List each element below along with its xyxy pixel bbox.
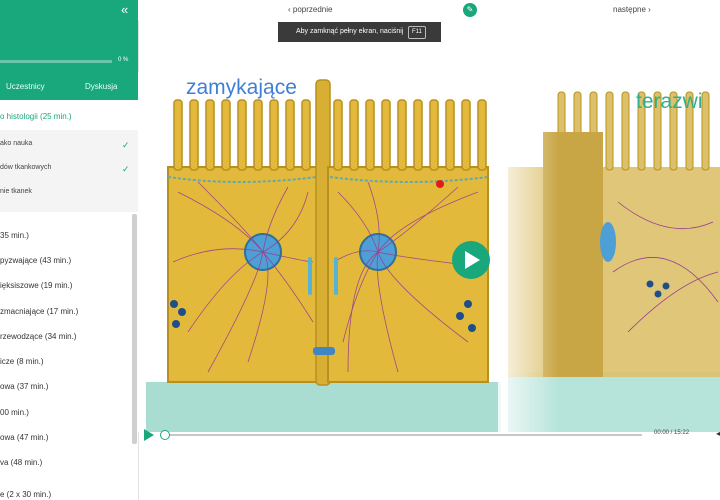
chapter-lessons: ako nauka ✓ dów tkankowych ✓ nie tkanek (0, 130, 138, 212)
lesson-label: nie tkanek (0, 188, 32, 195)
tab-discussion[interactable]: Dyskusja (85, 82, 117, 91)
chapter-item[interactable]: pyzwające (43 min.) (0, 256, 138, 274)
lesson-item[interactable]: dów tkankowych ✓ (0, 164, 138, 182)
lesson-item[interactable]: ako nauka ✓ (0, 140, 138, 158)
progress-bar (0, 60, 112, 63)
video-label-right: terazwi (636, 90, 703, 113)
sidebar-tabs: Uczestnicy Dyskusja (0, 78, 138, 98)
seek-handle[interactable] (160, 430, 170, 440)
chapter-item[interactable]: owa (37 min.) (0, 382, 138, 400)
progress-percent: 0 % (118, 57, 129, 63)
chapter-item[interactable]: rzewodzące (34 min.) (0, 332, 138, 350)
chapter-item[interactable]: ięksiszowe (19 min.) (0, 281, 138, 299)
fullscreen-text: Aby zamknąć pełny ekran, naciśnij (296, 28, 404, 35)
cell-illustration: zamykające terazwi (146, 72, 720, 432)
fullscreen-notice: Aby zamknąć pełny ekran, naciśnij F11 (278, 22, 441, 42)
time-readout: 00:00 / 15:22 (654, 430, 690, 436)
edit-icon[interactable]: ✎ (463, 3, 477, 17)
lesson-navigation: ‹ poprzednie ✎ następne › (138, 0, 720, 20)
chapter-title[interactable]: o histologii (25 min.) (0, 112, 138, 128)
chapter-item[interactable]: 35 min.) (0, 231, 138, 249)
chapter-item[interactable]: owa (47 min.) (0, 433, 138, 451)
video-player[interactable]: zamykające terazwi (138, 72, 720, 432)
next-link[interactable]: następne › (613, 5, 651, 14)
chapter-item[interactable]: zmacniające (17 min.) (0, 307, 138, 325)
checkmark-icon: ✓ (122, 140, 130, 150)
play-icon[interactable] (144, 429, 154, 441)
volume-icon[interactable]: ◂ (716, 429, 720, 438)
collapse-sidebar-icon[interactable]: « (121, 3, 135, 17)
video-controls: 00:00 / 15:22 ◂ (138, 425, 720, 443)
lesson-item[interactable]: nie tkanek (0, 188, 138, 206)
chapter-item[interactable]: icze (8 min.) (0, 357, 138, 375)
chapter-item[interactable]: e (2 x 30 min.) (0, 490, 138, 500)
checkmark-icon: ✓ (122, 164, 130, 174)
chapter-item[interactable]: 00 min.) (0, 408, 138, 426)
seek-bar[interactable] (164, 434, 642, 436)
chapter-item[interactable]: va (48 min.) (0, 458, 138, 476)
lesson-label: dów tkankowych (0, 164, 52, 171)
video-label-left: zamykające (186, 76, 297, 99)
fullscreen-key: F11 (408, 26, 426, 39)
course-sidebar: « 0 % Uczestnicy Dyskusja o histologii (… (0, 0, 139, 500)
lesson-label: ako nauka (0, 140, 33, 147)
previous-link[interactable]: ‹ poprzednie (288, 5, 332, 14)
sidebar-header: « 0 % Uczestnicy Dyskusja (0, 0, 138, 100)
tab-participants[interactable]: Uczestnicy (6, 82, 45, 91)
sidebar-scrollbar[interactable] (132, 214, 137, 444)
